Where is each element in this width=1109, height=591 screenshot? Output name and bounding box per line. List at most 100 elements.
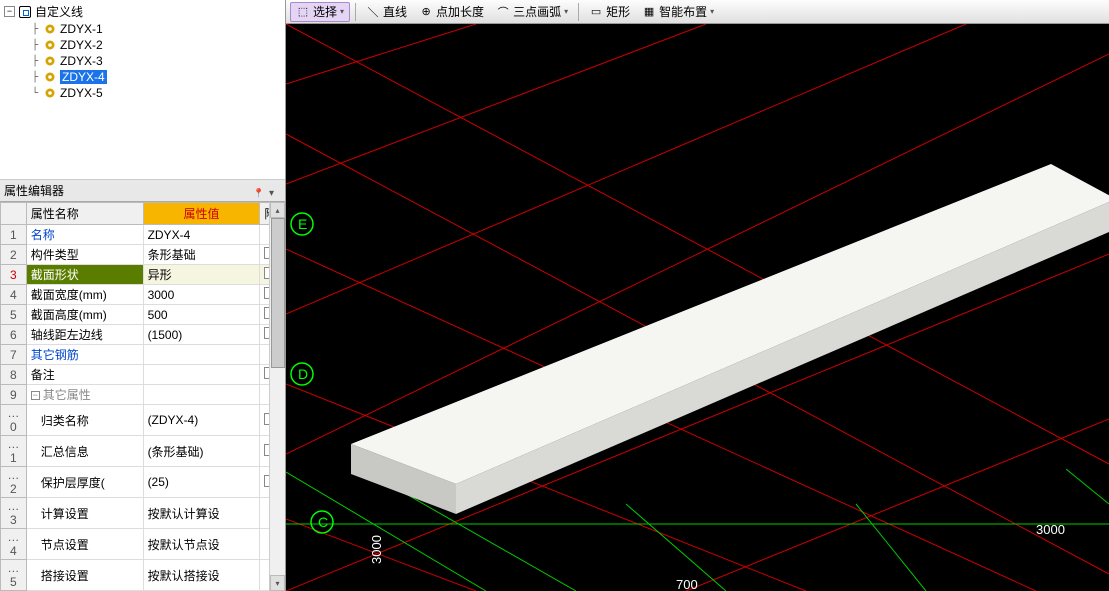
tree-connector: ├	[32, 40, 44, 51]
collapse-icon[interactable]: −	[4, 6, 15, 17]
property-name-cell: −其它属性	[26, 385, 143, 405]
axis-label-e: E	[298, 216, 307, 232]
tree-item-selected[interactable]: ├ ZDYX-4	[4, 69, 281, 85]
chevron-down-icon[interactable]: ▾	[710, 7, 714, 16]
dim-3000-left: 3000	[369, 535, 384, 564]
row-number: …1	[1, 436, 27, 467]
property-value-cell[interactable]: ZDYX-4	[143, 225, 260, 245]
row-number: 9	[1, 385, 27, 405]
scroll-up-icon[interactable]: ▴	[270, 202, 285, 218]
property-row[interactable]: 5截面高度(mm)500	[1, 305, 285, 325]
row-num-header	[1, 203, 27, 225]
row-number: 7	[1, 345, 27, 365]
property-row[interactable]: 8备注	[1, 365, 285, 385]
viewport-3d[interactable]: E D C 3000 3000 700	[286, 24, 1109, 591]
property-value-cell[interactable]: 500	[143, 305, 260, 325]
property-row[interactable]: 1名称ZDYX-4	[1, 225, 285, 245]
row-number: …3	[1, 498, 27, 529]
rect-button[interactable]: ▭ 矩形	[584, 2, 635, 22]
property-value-cell[interactable]: 异形	[143, 265, 260, 285]
property-value-cell[interactable]: 按默认搭接设	[143, 560, 260, 591]
gear-icon	[44, 87, 56, 99]
tree-item-label: ZDYX-2	[60, 38, 103, 52]
toolbar: ⬚ 选择 ▾ ＼ 直线 ⊕ 点加长度 ⌒ 三点画弧 ▾ ▭ 矩形	[286, 0, 1109, 24]
row-number: 4	[1, 285, 27, 305]
property-value-cell[interactable]: (ZDYX-4)	[143, 405, 260, 436]
add-length-button[interactable]: ⊕ 点加长度	[414, 2, 489, 22]
property-value-cell[interactable]	[143, 365, 260, 385]
row-number: 2	[1, 245, 27, 265]
tree-item[interactable]: ├ ZDYX-1	[4, 21, 281, 37]
scroll-thumb[interactable]	[271, 218, 285, 368]
scroll-down-icon[interactable]: ▾	[270, 575, 285, 591]
tree-item[interactable]: ├ ZDYX-2	[4, 37, 281, 53]
property-value-cell[interactable]	[143, 345, 260, 365]
property-header-row: 属性名称 属性值 附	[1, 203, 285, 225]
row-number: …2	[1, 467, 27, 498]
property-name-cell: 汇总信息	[26, 436, 143, 467]
property-value-cell[interactable]: (1500)	[143, 325, 260, 345]
property-name-cell: 轴线距左边线	[26, 325, 143, 345]
property-name-cell: 归类名称	[26, 405, 143, 436]
property-name-cell: 保护层厚度(	[26, 467, 143, 498]
property-name-cell: 名称	[26, 225, 143, 245]
property-row[interactable]: …5搭接设置按默认搭接设	[1, 560, 285, 591]
row-number: 6	[1, 325, 27, 345]
prop-name-header: 属性名称	[26, 203, 143, 225]
tree-item[interactable]: └ ZDYX-5	[4, 85, 281, 101]
tree-connector: └	[32, 88, 44, 99]
property-row[interactable]: 3截面形状异形	[1, 265, 285, 285]
property-row[interactable]: …3计算设置按默认计算设	[1, 498, 285, 529]
property-row[interactable]: 7其它钢筋	[1, 345, 285, 365]
property-row[interactable]: …4节点设置按默认节点设	[1, 529, 285, 560]
property-name-cell: 搭接设置	[26, 560, 143, 591]
property-value-cell[interactable]: (条形基础)	[143, 436, 260, 467]
tree-connector: ├	[32, 72, 44, 83]
rect-icon: ▭	[589, 5, 603, 19]
add-length-label: 点加长度	[436, 3, 484, 20]
left-panel: − 自定义线 ├ ZDYX-1 ├ ZDYX-2 ├ ZDYX-	[0, 0, 286, 591]
tree-root-label: 自定义线	[35, 3, 83, 20]
property-value-cell[interactable]: 按默认节点设	[143, 529, 260, 560]
dropdown-icon[interactable]	[269, 185, 281, 197]
arc-icon: ⌒	[496, 5, 510, 19]
collapse-icon[interactable]: −	[31, 391, 40, 400]
property-row[interactable]: …1汇总信息(条形基础)	[1, 436, 285, 467]
property-value-cell[interactable]: 3000	[143, 285, 260, 305]
property-value-cell[interactable]: 条形基础	[143, 245, 260, 265]
property-row[interactable]: 4截面宽度(mm)3000	[1, 285, 285, 305]
arc-button[interactable]: ⌒ 三点画弧 ▾	[491, 2, 573, 22]
line-button[interactable]: ＼ 直线	[361, 2, 412, 22]
tree-item[interactable]: ├ ZDYX-3	[4, 53, 281, 69]
property-value-cell[interactable]: (25)	[143, 467, 260, 498]
line-label: 直线	[383, 3, 407, 20]
row-number: 5	[1, 305, 27, 325]
gear-icon	[44, 55, 56, 67]
property-row[interactable]: 9−其它属性	[1, 385, 285, 405]
viewport: ⬚ 选择 ▾ ＼ 直线 ⊕ 点加长度 ⌒ 三点画弧 ▾ ▭ 矩形	[286, 0, 1109, 591]
property-row[interactable]: 6轴线距左边线(1500)	[1, 325, 285, 345]
tree-item-label: ZDYX-3	[60, 54, 103, 68]
scrollbar[interactable]: ▴ ▾	[269, 202, 285, 591]
property-value-cell[interactable]: 按默认计算设	[143, 498, 260, 529]
property-table: 属性名称 属性值 附 1名称ZDYX-42构件类型条形基础3截面形状异形4截面宽…	[0, 202, 285, 591]
property-value-cell[interactable]	[143, 385, 260, 405]
property-name-cell: 节点设置	[26, 529, 143, 560]
chevron-down-icon[interactable]: ▾	[564, 7, 568, 16]
property-row[interactable]: 2构件类型条形基础	[1, 245, 285, 265]
folder-icon	[19, 6, 31, 18]
pin-icon[interactable]	[253, 185, 265, 197]
row-number: …0	[1, 405, 27, 436]
property-row[interactable]: …2保护层厚度((25)	[1, 467, 285, 498]
separator	[355, 3, 356, 21]
dim-700: 700	[676, 577, 698, 591]
row-number: 8	[1, 365, 27, 385]
tree-root-node[interactable]: − 自定义线	[4, 2, 281, 21]
select-button[interactable]: ⬚ 选择 ▾	[290, 2, 350, 22]
smart-layout-button[interactable]: ▦ 智能布置 ▾	[637, 2, 719, 22]
axis-label-d: D	[298, 366, 308, 382]
rect-label: 矩形	[606, 3, 630, 20]
chevron-down-icon[interactable]: ▾	[340, 7, 344, 16]
tree-connector: ├	[32, 56, 44, 67]
property-row[interactable]: …0归类名称(ZDYX-4)	[1, 405, 285, 436]
